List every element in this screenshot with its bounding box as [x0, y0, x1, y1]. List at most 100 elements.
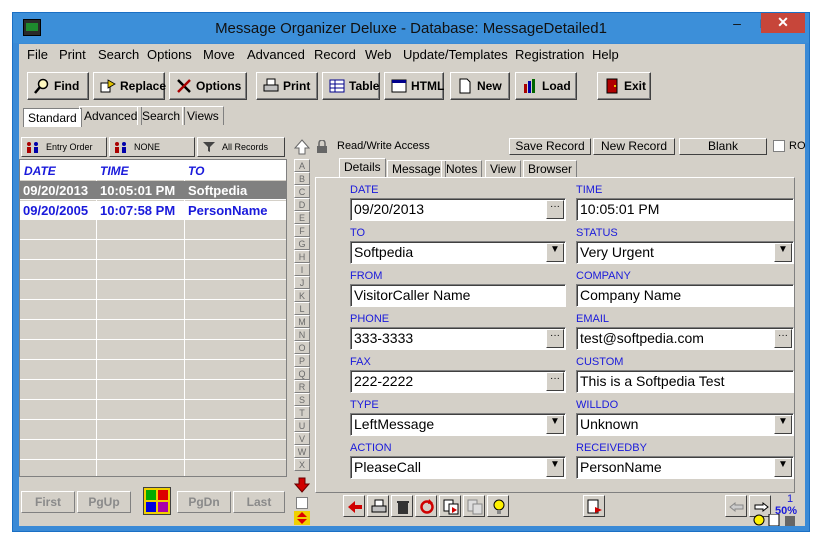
phone-dial-button[interactable]: ··· [546, 329, 564, 348]
col-to[interactable]: TO [188, 164, 204, 178]
chevron-down-icon[interactable]: ▼ [546, 415, 564, 434]
menu-web[interactable]: Web [365, 47, 392, 62]
tab-search[interactable]: Search [137, 106, 186, 125]
menu-update-templates[interactable]: Update/Templates [403, 47, 508, 62]
letter-k[interactable]: K [294, 289, 310, 302]
blank-button[interactable]: Blank [679, 138, 767, 155]
table-row[interactable] [20, 401, 286, 420]
type-select[interactable]: LeftMessage ▼ [350, 413, 566, 436]
options-button[interactable]: Options [169, 72, 247, 100]
action-select[interactable]: PleaseCall ▼ [350, 456, 566, 479]
fax-field[interactable]: 222-2222 ··· [350, 370, 566, 393]
export-button[interactable] [583, 495, 605, 517]
entry-order-button[interactable]: Entry Order [21, 137, 107, 157]
menu-file[interactable]: File [27, 47, 48, 62]
tab-details[interactable]: Details [339, 158, 386, 178]
letter-x[interactable]: X [294, 458, 310, 471]
menu-print[interactable]: Print [59, 47, 86, 62]
print-record-button[interactable] [367, 495, 389, 517]
email-field[interactable]: test@softpedia.com ··· [576, 327, 794, 350]
title-bar[interactable]: Message Organizer Deluxe - Database: Mes… [13, 13, 809, 43]
time-field[interactable]: 10:05:01 PM [576, 198, 794, 221]
menu-search[interactable]: Search [98, 47, 139, 62]
table-row[interactable]: 09/20/2005 10:07:58 PM PersonName [20, 201, 286, 220]
status-select[interactable]: Very Urgent ▼ [576, 241, 794, 264]
tab-standard[interactable]: Standard [23, 108, 82, 127]
table-row[interactable] [20, 281, 286, 300]
replace-button[interactable]: Replace [93, 72, 166, 100]
letter-q[interactable]: Q [294, 367, 310, 380]
letter-b[interactable]: B [294, 172, 310, 185]
table-row[interactable] [20, 421, 286, 440]
chevron-down-icon[interactable]: ▼ [546, 458, 564, 477]
table-row[interactable] [20, 381, 286, 400]
tab-views[interactable]: Views [182, 106, 224, 125]
table-row[interactable] [20, 261, 286, 280]
tab-notes[interactable]: Notes [441, 160, 483, 178]
refresh-button[interactable] [415, 495, 437, 517]
table-row[interactable]: 09/20/2013 10:05:01 PM Softpedia [20, 181, 286, 200]
print-button[interactable]: Print [256, 72, 318, 100]
from-field[interactable]: VisitorCaller Name [350, 284, 566, 307]
table-row[interactable] [20, 441, 286, 460]
new-record-button[interactable]: New Record [593, 138, 675, 155]
menu-record[interactable]: Record [314, 47, 356, 62]
load-button[interactable]: Load [515, 72, 577, 100]
letter-j[interactable]: J [294, 276, 310, 289]
table-row[interactable] [20, 301, 286, 320]
letter-e[interactable]: E [294, 211, 310, 224]
table-button[interactable]: Table [322, 72, 380, 100]
receivedby-select[interactable]: PersonName ▼ [576, 456, 794, 479]
chevron-down-icon[interactable]: ▼ [774, 415, 792, 434]
arrow-down-icon[interactable] [294, 477, 310, 493]
tab-view[interactable]: View [485, 160, 521, 178]
find-button[interactable]: Find [27, 72, 89, 100]
table-row[interactable] [20, 221, 286, 240]
letter-c[interactable]: C [294, 185, 310, 198]
tab-advanced[interactable]: Advanced [79, 106, 143, 125]
table-row[interactable] [20, 241, 286, 260]
table-row[interactable] [20, 321, 286, 340]
minimize-button[interactable]: – [723, 13, 751, 34]
custom-field[interactable]: This is a Softpedia Test [576, 370, 794, 393]
tip-button[interactable] [487, 495, 509, 517]
letter-o[interactable]: O [294, 341, 310, 354]
fax-button[interactable]: ··· [546, 372, 564, 391]
letter-h[interactable]: H [294, 250, 310, 263]
all-records-button[interactable]: All Records [197, 137, 285, 157]
arrow-up-icon[interactable] [294, 139, 310, 155]
copy-record-button[interactable] [439, 495, 461, 517]
letter-p[interactable]: P [294, 354, 310, 367]
tab-browser[interactable]: Browser [523, 160, 578, 178]
table-row[interactable] [20, 341, 286, 360]
letter-a[interactable]: A [294, 159, 310, 172]
updown-arrows-icon[interactable] [294, 511, 310, 525]
chevron-down-icon[interactable]: ▼ [774, 243, 792, 262]
paste-record-button[interactable] [463, 495, 485, 517]
letter-v[interactable]: V [294, 432, 310, 445]
exit-button[interactable]: Exit [597, 72, 651, 100]
col-time[interactable]: TIME [100, 164, 129, 178]
new-button[interactable]: New [450, 72, 510, 100]
chevron-down-icon[interactable]: ▼ [546, 243, 564, 262]
menu-move[interactable]: Move [203, 47, 235, 62]
date-picker-button[interactable]: ··· [546, 200, 564, 219]
menu-advanced[interactable]: Advanced [247, 47, 305, 62]
save-record-button[interactable]: Save Record [509, 138, 591, 155]
letter-u[interactable]: U [294, 419, 310, 432]
tab-message[interactable]: Message [387, 160, 446, 178]
letter-r[interactable]: R [294, 380, 310, 393]
pgdn-button[interactable]: PgDn [177, 491, 231, 513]
checkbox[interactable] [296, 497, 308, 509]
letter-d[interactable]: D [294, 198, 310, 211]
table-row[interactable] [20, 461, 286, 476]
email-send-button[interactable]: ··· [774, 329, 792, 348]
letter-w[interactable]: W [294, 445, 310, 458]
sort-none-button[interactable]: NONE [109, 137, 195, 157]
date-field[interactable]: 09/20/2013 ··· [350, 198, 566, 221]
menu-options[interactable]: Options [147, 47, 192, 62]
letter-m[interactable]: M [294, 315, 310, 328]
readonly-checkbox[interactable] [773, 140, 785, 152]
letter-l[interactable]: L [294, 302, 310, 315]
first-button[interactable]: First [21, 491, 75, 513]
